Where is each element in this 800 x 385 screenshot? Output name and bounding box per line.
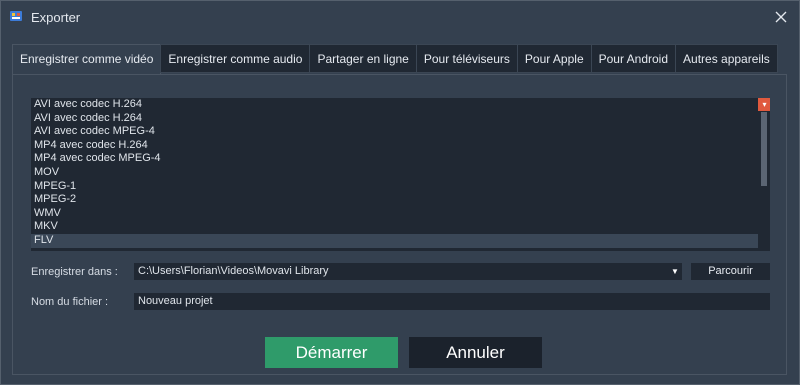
format-item[interactable]: AVI avec codec H.264: [31, 112, 770, 126]
scroll-up-arrow-icon[interactable]: ▾: [758, 98, 770, 111]
chevron-down-icon[interactable]: ▼: [670, 263, 680, 280]
cancel-button[interactable]: Annuler: [409, 337, 542, 368]
tab-share-online[interactable]: Partager en ligne: [309, 44, 417, 73]
tab-for-tv[interactable]: Pour téléviseurs: [415, 44, 518, 73]
format-item[interactable]: MP4 avec codec MPEG-4: [31, 152, 770, 166]
close-icon[interactable]: [771, 7, 791, 27]
format-item[interactable]: AVI avec codec MPEG-4: [31, 125, 770, 139]
file-name-value: Nouveau projet: [138, 295, 213, 307]
window-title: Exporter: [31, 10, 81, 25]
file-name-label: Nom du fichier :: [31, 296, 109, 308]
format-item[interactable]: WMV: [31, 207, 770, 221]
format-item[interactable]: MKV: [31, 220, 770, 234]
format-list-scrollbar[interactable]: ▾: [758, 98, 770, 251]
format-item[interactable]: MPEG-2: [31, 193, 770, 207]
export-tabs: Enregistrer comme vidéo Enregistrer comm…: [12, 44, 778, 75]
format-list[interactable]: AVI avec codec H.264 AVI avec codec H.26…: [31, 98, 770, 251]
format-item[interactable]: MP4 avec codec H.264: [31, 139, 770, 153]
movavi-app-icon: [9, 9, 23, 23]
title-bar: Exporter: [1, 1, 799, 33]
format-item-selected[interactable]: FLV: [31, 233, 770, 248]
tab-other-devices[interactable]: Autres appareils: [675, 44, 778, 73]
start-button[interactable]: Démarrer: [265, 337, 398, 368]
export-dialog: Exporter Enregistrer comme vidéo Enregis…: [0, 0, 800, 385]
scrollbar-thumb[interactable]: [761, 112, 767, 186]
format-item[interactable]: MOV: [31, 166, 770, 180]
format-item[interactable]: AVI avec codec H.264: [31, 98, 770, 112]
save-location-value: C:\Users\Florian\Videos\Movavi Library: [138, 265, 329, 277]
tab-for-apple[interactable]: Pour Apple: [516, 44, 592, 73]
tab-for-android[interactable]: Pour Android: [590, 44, 677, 73]
save-location-label: Enregistrer dans :: [31, 266, 118, 278]
save-location-field[interactable]: C:\Users\Florian\Videos\Movavi Library ▼: [134, 263, 682, 280]
tab-save-as-video[interactable]: Enregistrer comme vidéo: [12, 44, 162, 75]
format-item[interactable]: MPEG-1: [31, 180, 770, 194]
file-name-field[interactable]: Nouveau projet: [134, 293, 770, 310]
browse-button[interactable]: Parcourir: [691, 263, 770, 280]
tab-save-as-audio[interactable]: Enregistrer comme audio: [160, 44, 311, 73]
